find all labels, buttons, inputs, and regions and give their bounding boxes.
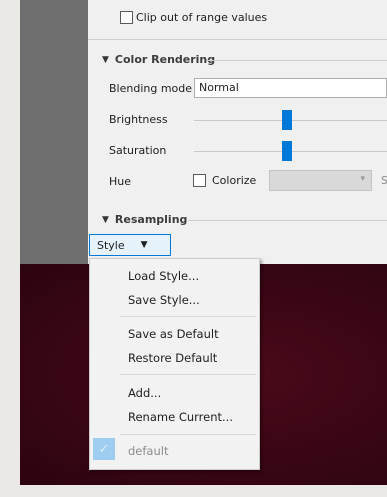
- brightness-label: Brightness: [109, 113, 168, 126]
- color-rendering-title: Color Rendering: [114, 53, 216, 66]
- blending-mode-select[interactable]: Normal: [194, 78, 387, 98]
- menu-item-default-style: default: [128, 444, 169, 458]
- clip-values-label: Clip out of range values: [136, 11, 268, 24]
- resampling-title: Resampling: [114, 213, 188, 226]
- menu-separator: [120, 434, 256, 435]
- check-icon: ✓: [93, 438, 115, 460]
- page-margin-bottom: [0, 485, 387, 497]
- clip-values-checkbox[interactable]: [120, 11, 133, 24]
- colorize-label: Colorize: [212, 174, 257, 187]
- chevron-down-icon: ▾: [360, 174, 365, 184]
- menu-item-save-style[interactable]: Save Style...: [128, 293, 200, 307]
- menu-separator: [120, 374, 256, 375]
- menu-separator: [120, 316, 256, 317]
- color-rendering-header[interactable]: ▼ Color Rendering: [102, 53, 215, 66]
- menu-item-load-style[interactable]: Load Style...: [128, 269, 199, 283]
- divider: [88, 39, 387, 40]
- truncated-label-s: S: [381, 174, 387, 187]
- blending-mode-value: Normal: [199, 81, 239, 94]
- style-menu: Load Style... Save Style... Save as Defa…: [89, 258, 260, 470]
- section-divider: [188, 220, 387, 221]
- blending-mode-label: Blending mode: [109, 82, 193, 95]
- style-dropdown-button[interactable]: Style ▼: [89, 234, 171, 256]
- triangle-down-icon: ▼: [102, 54, 109, 65]
- menu-item-restore-default[interactable]: Restore Default: [128, 351, 217, 365]
- menu-item-rename-current[interactable]: Rename Current...: [128, 410, 233, 424]
- saturation-slider-handle[interactable]: [282, 141, 292, 161]
- saturation-label: Saturation: [109, 144, 167, 157]
- triangle-down-icon: ▼: [102, 214, 109, 225]
- layer-properties-panel: Clip out of range values ▼ Color Renderi…: [88, 0, 387, 264]
- section-divider: [208, 60, 387, 61]
- hue-label: Hue: [109, 175, 132, 188]
- colorize-checkbox[interactable]: [193, 174, 206, 187]
- menu-item-save-as-default[interactable]: Save as Default: [128, 327, 219, 341]
- menu-item-add[interactable]: Add...: [128, 386, 161, 400]
- resampling-header[interactable]: ▼ Resampling: [102, 213, 187, 226]
- chevron-down-icon: ▼: [140, 240, 148, 250]
- layer-panel-strip: [20, 0, 88, 264]
- style-button-label: Style: [97, 238, 125, 252]
- page-margin-left: [0, 0, 20, 497]
- brightness-slider-handle[interactable]: [282, 110, 292, 130]
- colorize-color-select[interactable]: ▾: [269, 170, 372, 191]
